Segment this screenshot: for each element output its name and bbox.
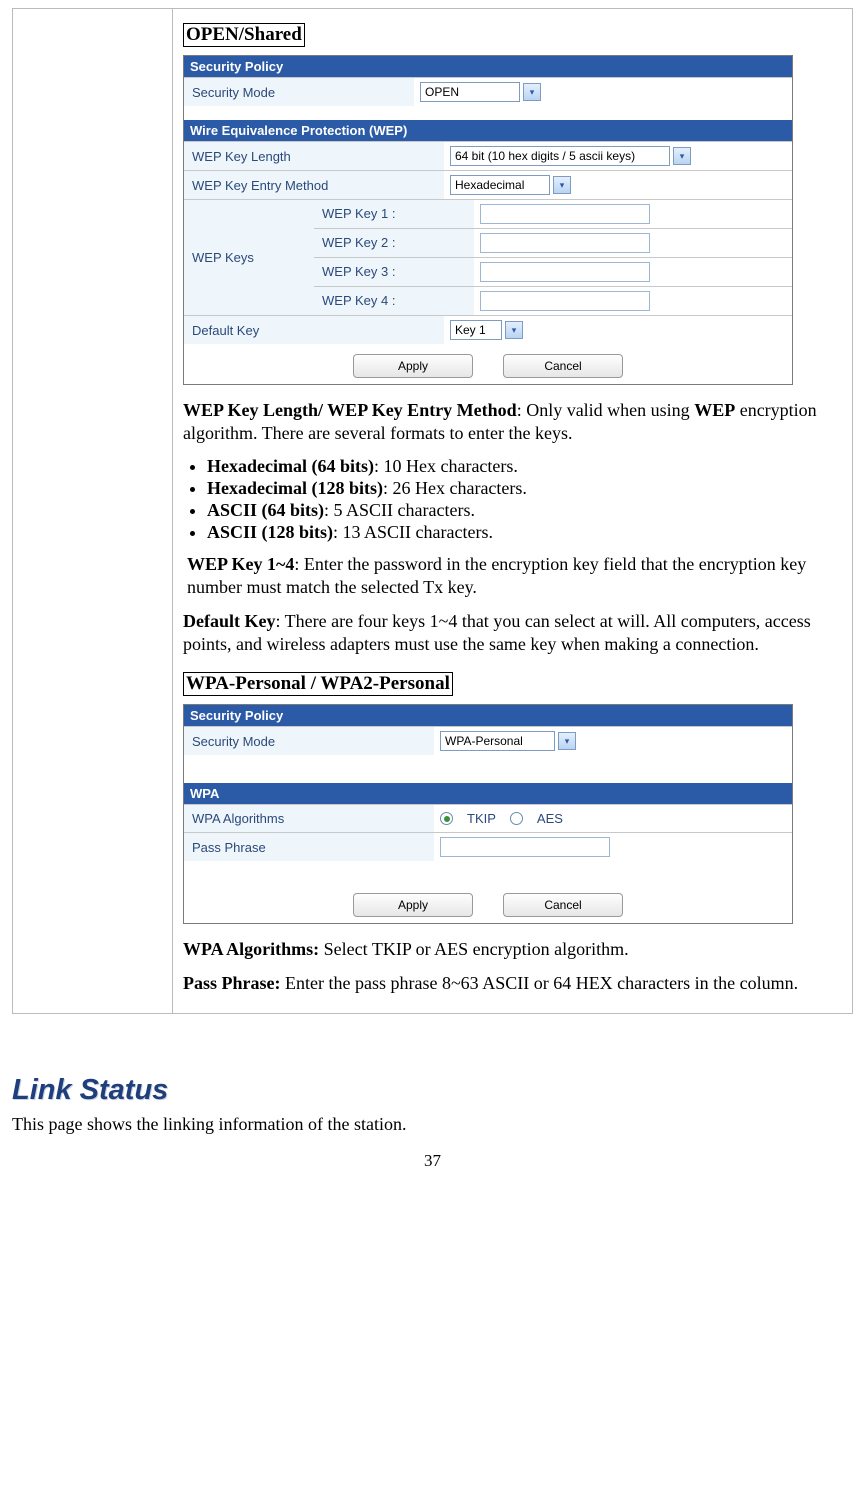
wep-key-entry-method-select[interactable]: Hexadecimal [450, 175, 550, 195]
chevron-down-icon[interactable]: ▾ [673, 147, 691, 165]
apply-button-2[interactable]: Apply [353, 893, 473, 917]
wep-key-length-label: WEP Key Length [184, 142, 444, 170]
main-column: OPEN/Shared Security Policy Security Mod… [173, 9, 853, 1014]
wep-key-1-label: WEP Key 1 : [314, 200, 474, 228]
pass-phrase-desc: Pass Phrase: Enter the pass phrase 8~63 … [183, 972, 842, 995]
wep-desc-intro: WEP Key Length/ WEP Key Entry Method: On… [183, 399, 842, 446]
side-column [13, 9, 173, 1014]
wep-key-3-input[interactable] [480, 262, 650, 282]
cancel-button-2[interactable]: Cancel [503, 893, 623, 917]
security-mode-label: Security Mode [184, 78, 414, 106]
content-layout-table: OPEN/Shared Security Policy Security Mod… [12, 8, 853, 1014]
wep-header: Wire Equivalence Protection (WEP) [184, 120, 792, 141]
chevron-down-icon[interactable]: ▾ [558, 732, 576, 750]
wep-keys-label: WEP Keys [184, 200, 314, 315]
tkip-label: TKIP [467, 811, 496, 826]
security-mode-select-2[interactable]: WPA-Personal [440, 731, 555, 751]
page-number: 37 [12, 1151, 853, 1171]
wep-key-1-input[interactable] [480, 204, 650, 224]
wpa-personal-panel: Security Policy Security Mode WPA-Person… [183, 704, 793, 924]
pass-phrase-input[interactable] [440, 837, 610, 857]
security-policy-header-2: Security Policy [184, 705, 792, 726]
wep-key-desc: WEP Key 1~4: Enter the password in the e… [187, 553, 842, 600]
link-status-text: This page shows the linking information … [12, 1113, 853, 1136]
pass-phrase-label: Pass Phrase [184, 833, 434, 861]
wep-key-3-label: WEP Key 3 : [314, 258, 474, 286]
wpa-personal-heading: WPA-Personal / WPA2-Personal [183, 672, 453, 696]
default-key-select[interactable]: Key 1 [450, 320, 502, 340]
security-mode-label-2: Security Mode [184, 727, 434, 755]
wep-key-entry-method-label: WEP Key Entry Method [184, 171, 444, 199]
wep-key-2-label: WEP Key 2 : [314, 229, 474, 257]
chevron-down-icon[interactable]: ▾ [553, 176, 571, 194]
security-mode-select[interactable]: OPEN [420, 82, 520, 102]
wep-format-list: Hexadecimal (64 bits): 10 Hex characters… [189, 456, 842, 543]
cancel-button[interactable]: Cancel [503, 354, 623, 378]
aes-radio[interactable] [510, 812, 523, 825]
chevron-down-icon[interactable]: ▾ [505, 321, 523, 339]
wpa-alg-desc: WPA Algorithms: Select TKIP or AES encry… [183, 938, 842, 961]
wpa-header: WPA [184, 783, 792, 804]
wep-key-4-input[interactable] [480, 291, 650, 311]
default-key-desc: Default Key: There are four keys 1~4 tha… [183, 610, 842, 657]
default-key-label: Default Key [184, 316, 444, 344]
chevron-down-icon[interactable]: ▾ [523, 83, 541, 101]
apply-button[interactable]: Apply [353, 354, 473, 378]
link-status-heading: Link Status [12, 1074, 853, 1107]
open-shared-panel: Security Policy Security Mode OPEN▾ Wire… [183, 55, 793, 385]
wep-key-4-label: WEP Key 4 : [314, 287, 474, 315]
wep-key-2-input[interactable] [480, 233, 650, 253]
wpa-algorithms-label: WPA Algorithms [184, 805, 434, 832]
open-shared-heading: OPEN/Shared [183, 23, 305, 47]
aes-label: AES [537, 811, 563, 826]
security-policy-header: Security Policy [184, 56, 792, 77]
tkip-radio[interactable] [440, 812, 453, 825]
wep-key-length-select[interactable]: 64 bit (10 hex digits / 5 ascii keys) [450, 146, 670, 166]
